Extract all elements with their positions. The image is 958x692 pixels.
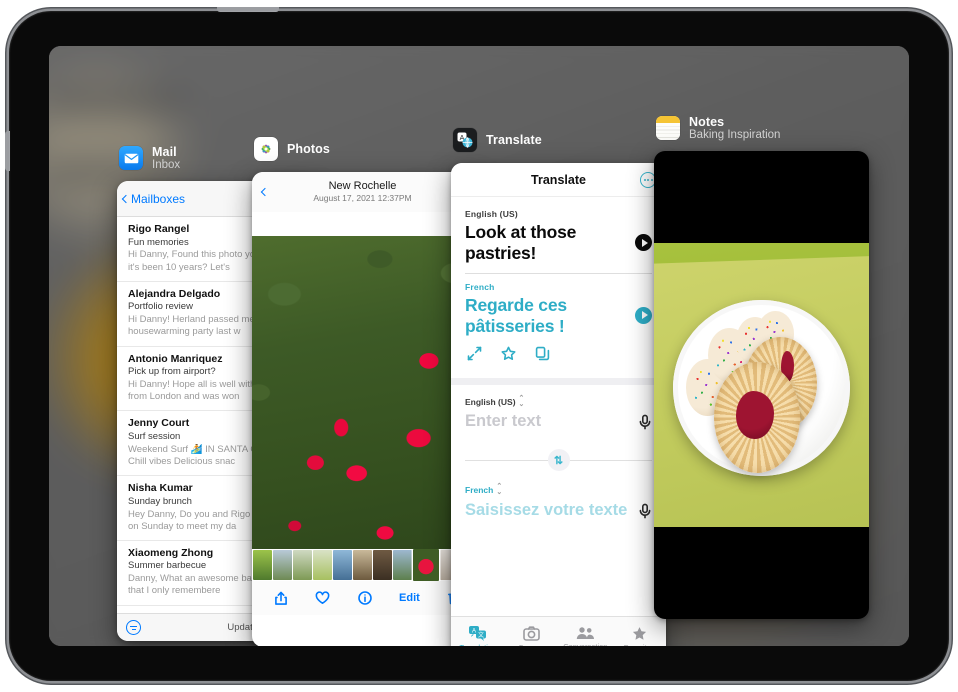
app-subtitle-notes: Baking Inspiration [689,128,781,141]
photos-icon [254,137,278,161]
translate-divider [451,377,666,385]
translate-source-text: Look at those pastries! [465,222,577,263]
photos-main-image[interactable] [252,236,482,549]
tab-translation[interactable]: A 文 Translation [451,617,505,646]
translate-target-placeholder[interactable]: Saisissez votre texte [465,501,627,521]
heart-icon[interactable] [315,591,330,605]
photos-title: New Rochelle [328,179,397,192]
app-card-notes[interactable]: Notes Baking Inspiration [654,112,869,619]
app-subtitle-mail: Inbox [152,158,181,171]
play-icon[interactable] [635,306,652,324]
filter-icon[interactable] [126,620,141,635]
thumbnail[interactable] [253,550,272,580]
thumbnail[interactable] [373,550,392,580]
tab-label-camera: Camera [518,643,545,647]
svg-text:A: A [472,628,476,634]
tab-label-conversation: Conversation [563,642,607,646]
photos-toolbar[interactable]: Edit [252,581,482,615]
star-icon [632,626,646,640]
translate-window[interactable]: Translate English (US) Look at those pas… [451,163,666,646]
thumbnail[interactable] [333,550,352,580]
chevron-left-icon [121,194,131,203]
thumbnail[interactable] [313,550,332,580]
translation-icon: A 文 [469,626,487,641]
notes-window[interactable] [654,151,869,619]
chevron-updown-icon: ⌃ ⌄ [496,483,503,497]
power-button[interactable] [217,7,279,12]
translate-target-language: French [465,281,495,292]
star-icon[interactable] [501,346,516,366]
microphone-icon[interactable] [638,414,652,435]
share-icon[interactable] [274,591,288,606]
app-name-mail: Mail [152,144,177,159]
app-name-translate: Translate [486,133,542,147]
thumbnail[interactable] [273,550,292,580]
app-card-translate[interactable]: A Translate Translate English (US) Look … [451,124,666,646]
tab-favorites[interactable]: Favorites [612,617,666,646]
copy-icon[interactable] [535,346,550,366]
app-card-header-photos: Photos [252,133,482,165]
info-icon[interactable] [357,591,372,605]
photos-navbar: New Rochelle August 17, 2021 12:37PM [252,172,482,212]
photos-window[interactable]: New Rochelle August 17, 2021 12:37PM Edi… [252,172,482,646]
thumbnail[interactable] [293,550,312,580]
thumbnail-selected[interactable] [413,549,439,581]
photos-spacer [252,212,482,236]
photos-date: August 17, 2021 12:37PM [313,193,412,204]
ipad-screen: Mail Inbox Mailboxes Inbox Rigo Rangel F… [49,46,909,646]
app-card-header-translate: A Translate [451,124,666,156]
photos-thumbnail-strip[interactable] [252,549,482,581]
tab-camera[interactable]: Camera [505,617,559,646]
microphone-icon[interactable] [638,503,652,524]
translate-icon: A [453,128,477,152]
mail-icon [119,146,143,170]
translate-input-target-language: French [465,485,494,496]
translate-swap-row: ⇅ [451,449,666,472]
translate-input-source-language: English (US) [465,396,516,407]
fullscreen-icon[interactable] [467,346,482,366]
volume-button[interactable] [5,131,10,171]
svg-text:文: 文 [478,631,484,639]
thumbnail[interactable] [353,550,372,580]
conversation-icon [576,627,594,639]
app-name-photos: Photos [287,142,330,156]
play-icon[interactable] [635,234,652,251]
translate-source-language: English (US) [465,209,518,219]
app-name-notes: Notes [689,114,725,129]
translate-result-card: English (US) Look at those pastries! Fre… [451,197,666,378]
notes-pastry-image[interactable] [654,243,869,527]
translate-result-actions[interactable] [465,337,652,368]
translate-source-input-area[interactable]: English (US) ⌃ ⌄ Enter text [451,385,666,444]
ipad-device: Mail Inbox Mailboxes Inbox Rigo Rangel F… [5,7,949,681]
translate-target-text: Regarde ces pâtisseries ! [465,294,567,336]
swap-vertical-icon[interactable]: ⇅ [547,449,570,472]
chevron-updown-icon: ⌃ ⌄ [518,394,525,408]
thumbnail[interactable] [393,550,412,580]
tab-label-favorites: Favorites [624,643,655,647]
camera-icon [523,625,540,641]
tab-label-translation: Translation [459,643,496,646]
tab-conversation[interactable]: Conversation [559,617,613,646]
translate-input-source-language-picker[interactable]: English (US) ⌃ ⌄ [465,394,652,409]
translate-title: Translate [531,172,586,187]
translate-navbar: Translate [451,163,666,197]
mail-back-label: Mailboxes [131,191,186,206]
app-card-header-notes: Notes Baking Inspiration [654,112,869,144]
notes-icon [656,116,680,140]
translate-tab-bar[interactable]: A 文 Translation Camera [451,616,666,646]
translate-target-input-area[interactable]: French ⌃ ⌄ Saisissez votre texte [451,473,666,532]
translate-input-target-language-picker[interactable]: French ⌃ ⌄ [465,483,652,497]
app-card-photos[interactable]: Photos New Rochelle August 17, 2021 12:3… [252,133,482,646]
translate-source-placeholder[interactable]: Enter text [465,412,541,432]
photos-edit-button[interactable]: Edit [399,592,420,604]
mail-back-button[interactable]: Mailboxes [121,191,186,206]
